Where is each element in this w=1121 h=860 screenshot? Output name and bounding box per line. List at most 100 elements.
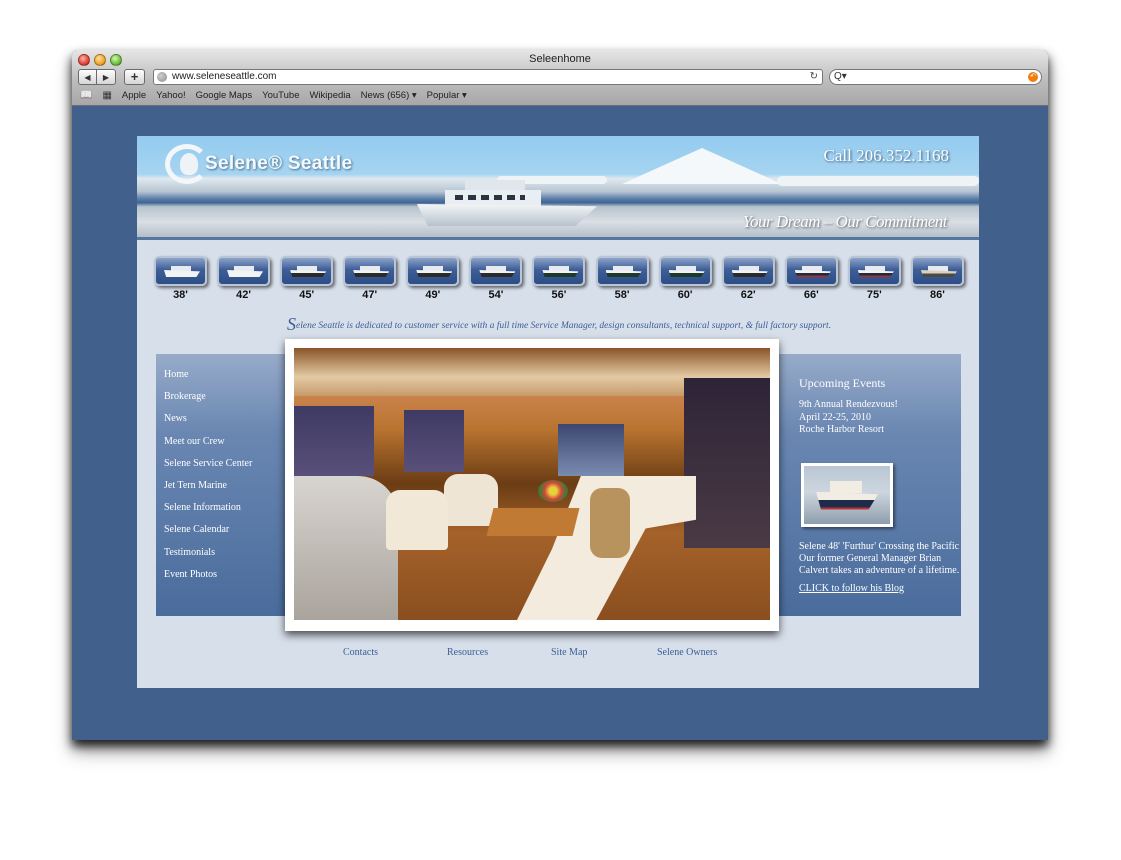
footer-contacts[interactable]: Contacts: [343, 647, 447, 658]
footer-selene-owners[interactable]: Selene Owners: [657, 647, 717, 658]
bookmark-youtube[interactable]: YouTube: [262, 90, 299, 101]
bookmarks-book-icon[interactable]: 📖: [80, 90, 92, 101]
model-button[interactable]: 54': [469, 256, 523, 301]
top-sites-grid-icon[interactable]: ▦: [102, 90, 111, 101]
model-size-label: 66': [803, 289, 819, 301]
model-button[interactable]: 38': [154, 256, 207, 301]
salon-interior-image: [294, 348, 770, 620]
address-bar[interactable]: www.seleneseattle.com ↻: [153, 69, 823, 85]
globe-icon: [157, 72, 167, 82]
plus-icon: +: [130, 69, 139, 84]
yacht-graphic: [417, 172, 597, 230]
yacht-thumbnail-icon: [721, 256, 775, 286]
yacht-thumbnail-icon: [532, 256, 586, 286]
featured-interior-photo: [285, 339, 779, 631]
model-size-label: 45': [299, 289, 315, 301]
site-banner: Selene® Seattle Call 206.352.1168 Your D…: [137, 136, 979, 240]
banner-scenery: [777, 176, 979, 186]
bookmark-popular-folder[interactable]: Popular ▾: [427, 90, 467, 101]
model-button[interactable]: 49': [406, 256, 460, 301]
yacht-thumbnail-icon: [784, 256, 838, 286]
yacht-thumbnail-icon: [595, 256, 649, 286]
forward-button[interactable]: ▶: [97, 69, 116, 85]
search-icon[interactable]: Q▾: [834, 71, 847, 82]
footer-resources[interactable]: Resources: [447, 647, 551, 658]
yacht-thumbnail-icon: [217, 256, 271, 286]
nav-testimonials[interactable]: Testimonials: [156, 546, 286, 568]
mission-initial: S: [287, 314, 296, 334]
events-heading: Upcoming Events: [799, 376, 886, 390]
nav-brokerage[interactable]: Brokerage: [156, 390, 286, 412]
yacht-thumbnail-icon: [910, 256, 964, 286]
model-size-label: 60': [677, 289, 693, 301]
nav-selene-information[interactable]: Selene Information: [156, 501, 286, 523]
model-selector: 38' 42' 45' 47' 49' 54' 56' 58' 60' 62' 66' 75' 86': [154, 256, 964, 301]
selene-logo-icon: [165, 144, 209, 184]
nav-service-center[interactable]: Selene Service Center: [156, 457, 286, 479]
mission-text: elene Seattle is dedicated to customer s…: [296, 321, 832, 331]
nav-news[interactable]: News: [156, 412, 286, 434]
event-name: 9th Annual Rendezvous!: [799, 399, 898, 410]
nav-jet-tern-marine[interactable]: Jet Tern Marine: [156, 479, 286, 501]
model-button[interactable]: 86': [910, 256, 964, 301]
model-size-label: 75': [866, 289, 882, 301]
model-size-label: 49': [425, 289, 441, 301]
web-page: Selene® Seattle Call 206.352.1168 Your D…: [137, 136, 979, 688]
tagline: Your Dream – Our Commitment: [742, 212, 948, 231]
nav-home[interactable]: Home: [156, 368, 286, 390]
yacht-thumbnail-icon: [280, 256, 334, 286]
event-date: April 22-25, 2010: [799, 411, 871, 423]
model-size-label: 38': [173, 289, 188, 301]
nav-meet-our-crew[interactable]: Meet our Crew: [156, 435, 286, 457]
model-size-label: 54': [488, 289, 504, 301]
model-button[interactable]: 62': [721, 256, 775, 301]
model-button[interactable]: 66': [784, 256, 838, 301]
yacht-thumbnail-icon: [469, 256, 523, 286]
yacht-thumbnail-icon: [154, 256, 207, 286]
model-size-label: 86': [930, 289, 945, 301]
model-size-label: 56': [551, 289, 567, 301]
model-button[interactable]: 58': [595, 256, 649, 301]
model-button[interactable]: 42': [217, 256, 271, 301]
add-bookmark-button[interactable]: +: [124, 69, 145, 85]
mission-statement: Selene Seattle is dedicated to customer …: [287, 314, 831, 335]
blog-link[interactable]: CLICK to follow his Blog: [799, 583, 904, 594]
main-nav: Home Brokerage News Meet our Crew Selene…: [156, 354, 286, 616]
bookmark-yahoo[interactable]: Yahoo!: [156, 90, 185, 101]
model-size-label: 42': [236, 289, 251, 301]
browser-toolbar: Seleenhome ◀ ▶ + www.seleneseattle.com ↻…: [72, 50, 1048, 106]
yacht-thumbnail-icon: [847, 256, 901, 286]
event-location: Roche Harbor Resort: [799, 424, 884, 435]
furthur-yacht-photo[interactable]: [801, 462, 893, 527]
bookmarks-bar: 📖 ▦ Apple Yahoo! Google Maps YouTube Wik…: [80, 90, 467, 101]
snapback-icon[interactable]: ↶: [1028, 72, 1038, 82]
model-button[interactable]: 75': [847, 256, 901, 301]
model-size-label: 47': [362, 289, 378, 301]
url-text: www.seleneseattle.com: [172, 71, 277, 82]
site-logo[interactable]: Selene® Seattle: [165, 144, 352, 184]
reload-icon[interactable]: ↻: [810, 70, 818, 84]
yacht-thumbnail-icon: [343, 256, 397, 286]
brand-name: Selene® Seattle: [205, 153, 353, 174]
model-size-label: 62': [740, 289, 756, 301]
model-button[interactable]: 47': [343, 256, 397, 301]
model-button[interactable]: 60': [658, 256, 712, 301]
bookmark-google-maps[interactable]: Google Maps: [196, 90, 253, 101]
bookmark-news-folder[interactable]: News (656) ▾: [361, 90, 417, 101]
phone-number: Call 206.352.1168: [823, 146, 949, 165]
events-panel: Upcoming Events 9th Annual Rendezvous! A…: [777, 354, 961, 616]
forward-arrow-icon: ▶: [102, 72, 110, 82]
bookmark-wikipedia[interactable]: Wikipedia: [309, 90, 350, 101]
nav-event-photos[interactable]: Event Photos: [156, 568, 286, 590]
model-button[interactable]: 56': [532, 256, 586, 301]
search-field[interactable]: Q▾ ↶: [829, 69, 1042, 85]
back-button[interactable]: ◀: [78, 69, 97, 85]
back-arrow-icon: ◀: [84, 72, 91, 82]
browser-window: Seleenhome ◀ ▶ + www.seleneseattle.com ↻…: [72, 50, 1048, 740]
bookmark-apple[interactable]: Apple: [122, 90, 146, 101]
model-button[interactable]: 45': [280, 256, 334, 301]
model-size-label: 58': [614, 289, 630, 301]
yacht-thumbnail-icon: [406, 256, 460, 286]
footer-site-map[interactable]: Site Map: [551, 647, 657, 658]
nav-selene-calendar[interactable]: Selene Calendar: [156, 523, 286, 545]
